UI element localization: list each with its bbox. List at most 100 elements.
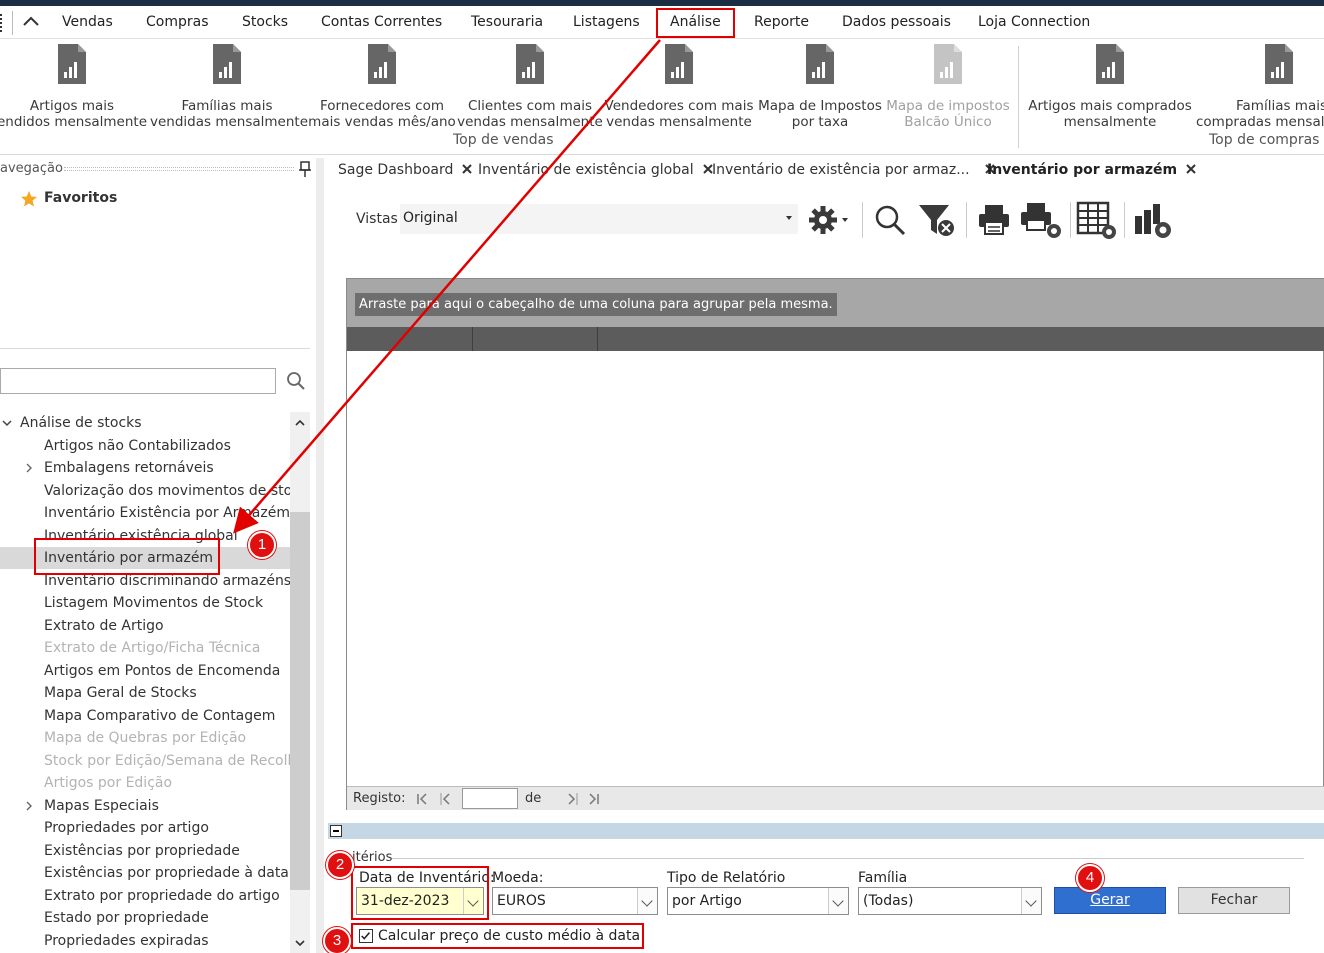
menu-listagens[interactable]: Listagens — [573, 14, 640, 30]
tree-item[interactable]: Listagem Movimentos de Stock — [44, 592, 263, 614]
scroll-up-icon[interactable] — [293, 416, 307, 430]
printer-icon[interactable] — [976, 200, 1012, 240]
annotation-highlight-analise — [656, 8, 735, 38]
ribbon-clientes-mais-vendas[interactable]: Clientes com mais vendas mensalmente — [456, 42, 604, 130]
chevron-down-icon[interactable] — [637, 888, 657, 914]
search-icon[interactable] — [286, 371, 306, 391]
column-divider[interactable] — [472, 327, 473, 351]
settings-gear-icon[interactable] — [806, 200, 850, 240]
ribbon-label-line2: por taxa — [791, 114, 849, 130]
ribbon-artigos-mais-vendidos[interactable]: Artigos mais endidos mensalmente — [0, 42, 148, 130]
report-type-label: Tipo de Relatório — [667, 870, 786, 886]
grid-settings-icon[interactable] — [1076, 200, 1118, 240]
tree-item[interactable]: Extrato de Artigo — [44, 615, 164, 637]
record-number-input[interactable] — [462, 788, 518, 809]
menu-grip-handle[interactable] — [0, 14, 4, 32]
tree-item[interactable]: Existências por propriedade à data — [44, 862, 289, 884]
currency-select[interactable]: EUROS — [492, 887, 658, 915]
nav-search-input[interactable] — [0, 368, 276, 394]
ribbon-fornecedores-mais-vendas[interactable]: Fornecedores com mais vendas mês/ano — [306, 42, 458, 130]
nav-divider — [0, 348, 310, 349]
ribbon-label-line2: Balcão Único — [904, 114, 992, 130]
header-grip-dots — [64, 167, 294, 171]
previous-record-icon[interactable] — [439, 791, 453, 807]
close-button[interactable]: Fechar — [1178, 887, 1290, 914]
ribbon-familias-mais-compradas[interactable]: Famílias mais compradas mensalm — [1196, 42, 1324, 130]
filter-clear-icon[interactable] — [916, 200, 958, 240]
family-select[interactable]: (Todas) — [858, 887, 1042, 915]
tree-item[interactable]: Propriedades por artigo — [44, 817, 209, 839]
chevron-right-icon[interactable] — [24, 457, 34, 479]
group-by-panel[interactable]: Arraste para aqui o cabeçalho de uma col… — [347, 279, 1324, 327]
chart-settings-icon[interactable] — [1132, 200, 1174, 240]
tree-scrollbar[interactable] — [290, 412, 310, 953]
report-type-select[interactable]: por Artigo — [667, 887, 849, 915]
menu-contas-correntes[interactable]: Contas Correntes — [321, 14, 442, 30]
tree-item[interactable]: Propriedades expiradas — [44, 930, 209, 952]
annotation-badge-2: 2 — [326, 851, 354, 879]
chevron-right-icon[interactable] — [24, 795, 34, 817]
search-icon[interactable] — [872, 200, 908, 240]
menu-stocks[interactable]: Stocks — [242, 14, 288, 30]
tab-inventario-existencia-global[interactable]: Inventário de existência global — [478, 162, 714, 178]
scroll-down-icon[interactable] — [293, 936, 307, 950]
chevron-down-icon[interactable] — [1, 412, 13, 434]
ribbon-group-top-compras: Top de compras — [1209, 132, 1320, 148]
ribbon-label-line2: vendas mensalmente — [606, 114, 752, 130]
close-icon[interactable] — [1185, 163, 1197, 175]
tree-item[interactable]: Estado por propriedade — [44, 907, 209, 929]
collapse-minus-icon[interactable] — [330, 825, 342, 837]
grid-column-header[interactable] — [347, 327, 1324, 351]
tree-item[interactable]: Análise de stocks — [20, 412, 142, 434]
scrollbar-thumb[interactable] — [290, 512, 310, 890]
menu-loja-connection[interactable]: Loja Connection — [978, 14, 1090, 30]
tree-item[interactable]: Mapa Comparativo de Contagem — [44, 705, 275, 727]
menu-vendas[interactable]: Vendas — [62, 14, 113, 30]
data-grid: Arraste para aqui o cabeçalho de uma col… — [346, 278, 1324, 810]
ribbon-label-line1: Mapa de impostos — [886, 98, 1010, 114]
menu-reporte[interactable]: Reporte — [754, 14, 809, 30]
tree-item[interactable]: Extrato por propriedade do artigo — [44, 885, 280, 907]
tree-item[interactable]: Mapa Geral de Stocks — [44, 682, 197, 704]
chevron-down-icon — [786, 216, 792, 220]
tree-item[interactable]: Valorização dos movimentos de stock — [44, 480, 308, 502]
menu-separator — [12, 11, 13, 35]
print-settings-icon[interactable] — [1018, 200, 1064, 240]
first-record-icon[interactable] — [415, 791, 429, 807]
last-record-icon[interactable] — [587, 791, 601, 807]
criteria-collapse-bar[interactable] — [328, 823, 1324, 839]
generate-button[interactable]: Gerar — [1054, 887, 1166, 914]
chevron-down-icon[interactable] — [1021, 888, 1041, 914]
ribbon-artigos-mais-comprados[interactable]: Artigos mais comprados mensalmente — [1026, 42, 1194, 130]
ribbon-label-line1: Mapa de Impostos — [758, 98, 882, 114]
tree-item[interactable]: Inventário Existência por Armazém — [44, 502, 290, 524]
panel-splitter[interactable] — [316, 158, 324, 953]
ribbon-label-line1: Artigos mais — [29, 98, 115, 114]
report-icon — [665, 44, 693, 84]
ribbon-mapa-impostos-taxa[interactable]: Mapa de Impostos por taxa — [756, 42, 884, 130]
tab-inventario-por-armazem[interactable]: Inventário por armazém — [987, 162, 1197, 178]
favorites-item[interactable]: Favoritos — [20, 190, 117, 207]
tab-sage-dashboard[interactable]: Sage Dashboard — [338, 162, 473, 178]
close-icon[interactable] — [461, 163, 473, 175]
ribbon-label-line1: Clientes com mais — [467, 98, 593, 114]
document-tabs: Sage Dashboard Inventário de existência … — [324, 158, 1324, 184]
menu-dados-pessoais[interactable]: Dados pessoais — [842, 14, 951, 30]
column-divider[interactable] — [597, 327, 598, 351]
tree-item[interactable]: Artigos não Contabilizados — [44, 435, 231, 457]
ribbon-group-top-vendas: Top de vendas — [453, 132, 554, 148]
tree-item[interactable]: Embalagens retornáveis — [44, 457, 214, 479]
pin-icon[interactable] — [298, 160, 312, 178]
collapse-ribbon-icon[interactable] — [20, 10, 42, 32]
menu-tesouraria[interactable]: Tesouraria — [471, 14, 543, 30]
tab-inventario-existencia-armazem[interactable]: Inventário de existência por armaz... — [712, 162, 996, 178]
chevron-down-icon[interactable] — [828, 888, 848, 914]
menu-compras[interactable]: Compras — [146, 14, 209, 30]
ribbon-vendedores-mais-vendas[interactable]: Vendedores com mais vendas mensalmente — [604, 42, 754, 130]
tree-item[interactable]: Artigos em Pontos de Encomenda — [44, 660, 280, 682]
tree-item[interactable]: Existências por propriedade — [44, 840, 240, 862]
ribbon-familias-mais-vendidas[interactable]: Famílias mais vendidas mensalmente — [150, 42, 308, 130]
next-record-icon[interactable] — [565, 791, 579, 807]
vistas-select[interactable]: Original — [400, 204, 798, 234]
tree-item[interactable]: Mapas Especiais — [44, 795, 159, 817]
